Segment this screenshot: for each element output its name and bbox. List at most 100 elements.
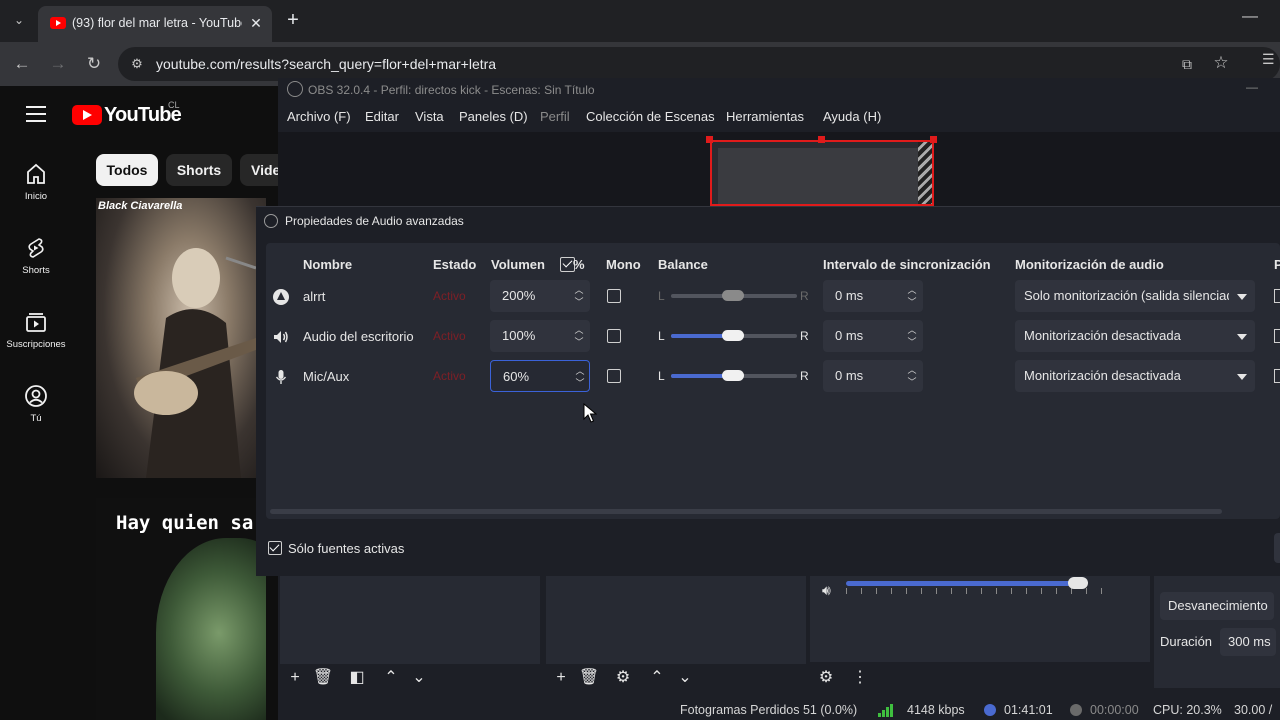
preview-source-selection[interactable] (710, 140, 934, 206)
obs-preview-canvas[interactable] (278, 132, 1280, 206)
duration-input[interactable]: 300 ms (1220, 628, 1276, 656)
table-row: alrrt Activo 200% ︿ ﹀ L R 0 ms ︿ ﹀ Solo … (266, 277, 1280, 317)
mono-checkbox[interactable] (607, 369, 621, 383)
forward-arrow-icon[interactable]: → (45, 51, 71, 77)
chevron-down-icon[interactable]: ﹀ (572, 336, 586, 348)
chevron-up-icon[interactable]: ︿ (572, 324, 586, 336)
balance-knob[interactable] (722, 370, 744, 381)
streaming-icon (984, 704, 996, 716)
extra-checkbox[interactable] (1274, 369, 1280, 383)
reload-icon[interactable]: ↻ (81, 51, 107, 77)
move-up-icon[interactable]: ⌃ (646, 667, 668, 689)
move-down-icon[interactable]: ⌄ (674, 667, 696, 689)
resize-handle[interactable] (818, 136, 825, 143)
gear-icon[interactable]: ⚙ (815, 667, 837, 689)
thumbnail-leaf (156, 538, 266, 720)
source-state: Activo (433, 289, 466, 303)
youtube-logo-icon[interactable] (72, 105, 102, 125)
menu-paneles[interactable]: Paneles (D) (459, 109, 528, 124)
sync-offset-spinbox[interactable]: 0 ms ︿ ﹀ (823, 280, 923, 312)
star-icon[interactable]: ☆ (1212, 54, 1230, 72)
menu-vista[interactable]: Vista (415, 109, 444, 124)
new-tab-button[interactable]: + (282, 10, 304, 32)
chevron-up-icon[interactable]: ︿ (573, 365, 587, 377)
chevron-down-icon[interactable]: ﹀ (572, 296, 586, 308)
address-bar[interactable]: ⚙ youtube.com/results?search_query=flor+… (118, 47, 1280, 81)
menu-herramientas[interactable]: Herramientas (726, 109, 804, 124)
resize-handle[interactable] (930, 136, 937, 143)
tab-list-icon[interactable]: ⌄ (8, 9, 30, 31)
browser-tab[interactable]: (93) flor del mar letra - YouTube ✕ (38, 6, 272, 42)
trash-icon[interactable]: 🗑︎ (578, 667, 600, 689)
extra-checkbox[interactable] (1274, 329, 1280, 343)
chevron-down-icon[interactable]: ﹀ (905, 376, 919, 388)
menu-editar[interactable]: Editar (365, 109, 399, 124)
monitoring-select[interactable]: Monitorización desactivada (1015, 360, 1255, 392)
only-active-sources-label[interactable]: Sólo fuentes activas (288, 541, 404, 556)
chevron-up-icon[interactable]: ︿ (905, 324, 919, 336)
mono-checkbox[interactable] (607, 289, 621, 303)
menu-ayuda[interactable]: Ayuda (H) (823, 109, 881, 124)
tab-close-icon[interactable]: ✕ (246, 13, 266, 33)
monitoring-select[interactable]: Solo monitorización (salida silenciada) (1015, 280, 1255, 312)
add-icon[interactable]: + (550, 667, 572, 689)
chevron-up-icon[interactable]: ︿ (572, 284, 586, 296)
mixer-volume-knob[interactable] (1068, 577, 1088, 589)
mixer-volume-slider[interactable] (846, 581, 1080, 586)
mono-checkbox[interactable] (607, 329, 621, 343)
menu-icon[interactable]: ☰ (1262, 51, 1280, 69)
chevron-up-icon[interactable]: ︿ (905, 364, 919, 376)
url-text[interactable]: youtube.com/results?search_query=flor+de… (156, 56, 496, 72)
sidebar-item-home[interactable]: Inicio (0, 162, 72, 202)
site-info-icon[interactable]: ⚙ (128, 55, 146, 73)
filters-icon[interactable]: ◧ (346, 667, 368, 689)
extra-checkbox[interactable] (1274, 289, 1280, 303)
chevron-up-icon[interactable]: ︿ (905, 284, 919, 296)
sync-offset-spinbox[interactable]: 0 ms ︿ ﹀ (823, 320, 923, 352)
chip-shorts[interactable]: Shorts (166, 154, 232, 186)
balance-knob[interactable] (722, 290, 744, 301)
more-vertical-icon[interactable]: ⋮ (849, 667, 871, 689)
back-arrow-icon[interactable]: ← (9, 51, 35, 77)
menu-coleccion-escenas[interactable]: Colección de Escenas (586, 109, 715, 124)
dialog-titlebar: Propiedades de Audio avanzadas (256, 207, 1280, 235)
gear-icon[interactable]: ⚙ (612, 667, 634, 689)
resize-handle[interactable] (706, 136, 713, 143)
chevron-down-icon[interactable]: ﹀ (573, 377, 587, 389)
transition-select[interactable]: Desvanecimiento (1160, 592, 1274, 620)
move-up-icon[interactable]: ⌃ (380, 667, 402, 689)
install-app-icon[interactable]: ⧉ (1178, 55, 1196, 73)
balance-knob[interactable] (722, 330, 744, 341)
add-icon[interactable]: + (284, 667, 306, 689)
move-down-icon[interactable]: ⌄ (408, 667, 430, 689)
video-thumbnail[interactable]: Black Ciavarella (96, 198, 266, 478)
audio-sources-table: Nombre Estado Volumen % Mono Balance Int… (266, 243, 1280, 519)
chevron-down-icon[interactable]: ﹀ (905, 296, 919, 308)
monitoring-select[interactable]: Monitorización desactivada (1015, 320, 1255, 352)
volume-spinbox[interactable]: 100% ︿ ﹀ (490, 320, 590, 352)
horizontal-scrollbar[interactable] (270, 509, 1222, 514)
fps: 30.00 / (1234, 703, 1273, 717)
window-minimize-button[interactable]: — (1246, 80, 1262, 96)
speaker-icon[interactable]: 🔊︎ (822, 582, 840, 600)
sidebar-item-you[interactable]: Tú (0, 384, 72, 424)
trash-icon[interactable]: 🗑︎ (312, 667, 334, 689)
menu-perfil[interactable]: Perfil (540, 109, 570, 124)
sync-offset-spinbox[interactable]: 0 ms ︿ ﹀ (823, 360, 923, 392)
sidebar-item-subscriptions[interactable]: Suscripciones (0, 310, 72, 350)
volume-spinbox[interactable]: 200% ︿ ﹀ (490, 280, 590, 312)
sidebar-item-shorts[interactable]: Shorts (0, 236, 72, 276)
hamburger-menu-icon[interactable] (26, 106, 46, 122)
balance-left-label: L (658, 289, 665, 303)
duration-label: Duración (1160, 634, 1213, 649)
close-button[interactable] (1274, 533, 1280, 563)
only-active-sources-checkbox[interactable] (268, 541, 282, 555)
window-minimize-button[interactable]: — (1240, 8, 1260, 28)
video-thumbnail[interactable]: Hay quien sa (96, 498, 266, 720)
volume-spinbox[interactable]: 60% ︿ ﹀ (490, 360, 590, 392)
stream-time: 01:41:01 (1004, 703, 1053, 717)
menu-archivo[interactable]: Archivo (F) (287, 109, 351, 124)
chevron-down-icon[interactable]: ﹀ (905, 336, 919, 348)
volume-value[interactable]: 60% (503, 369, 529, 384)
chip-all[interactable]: Todos (96, 154, 158, 186)
